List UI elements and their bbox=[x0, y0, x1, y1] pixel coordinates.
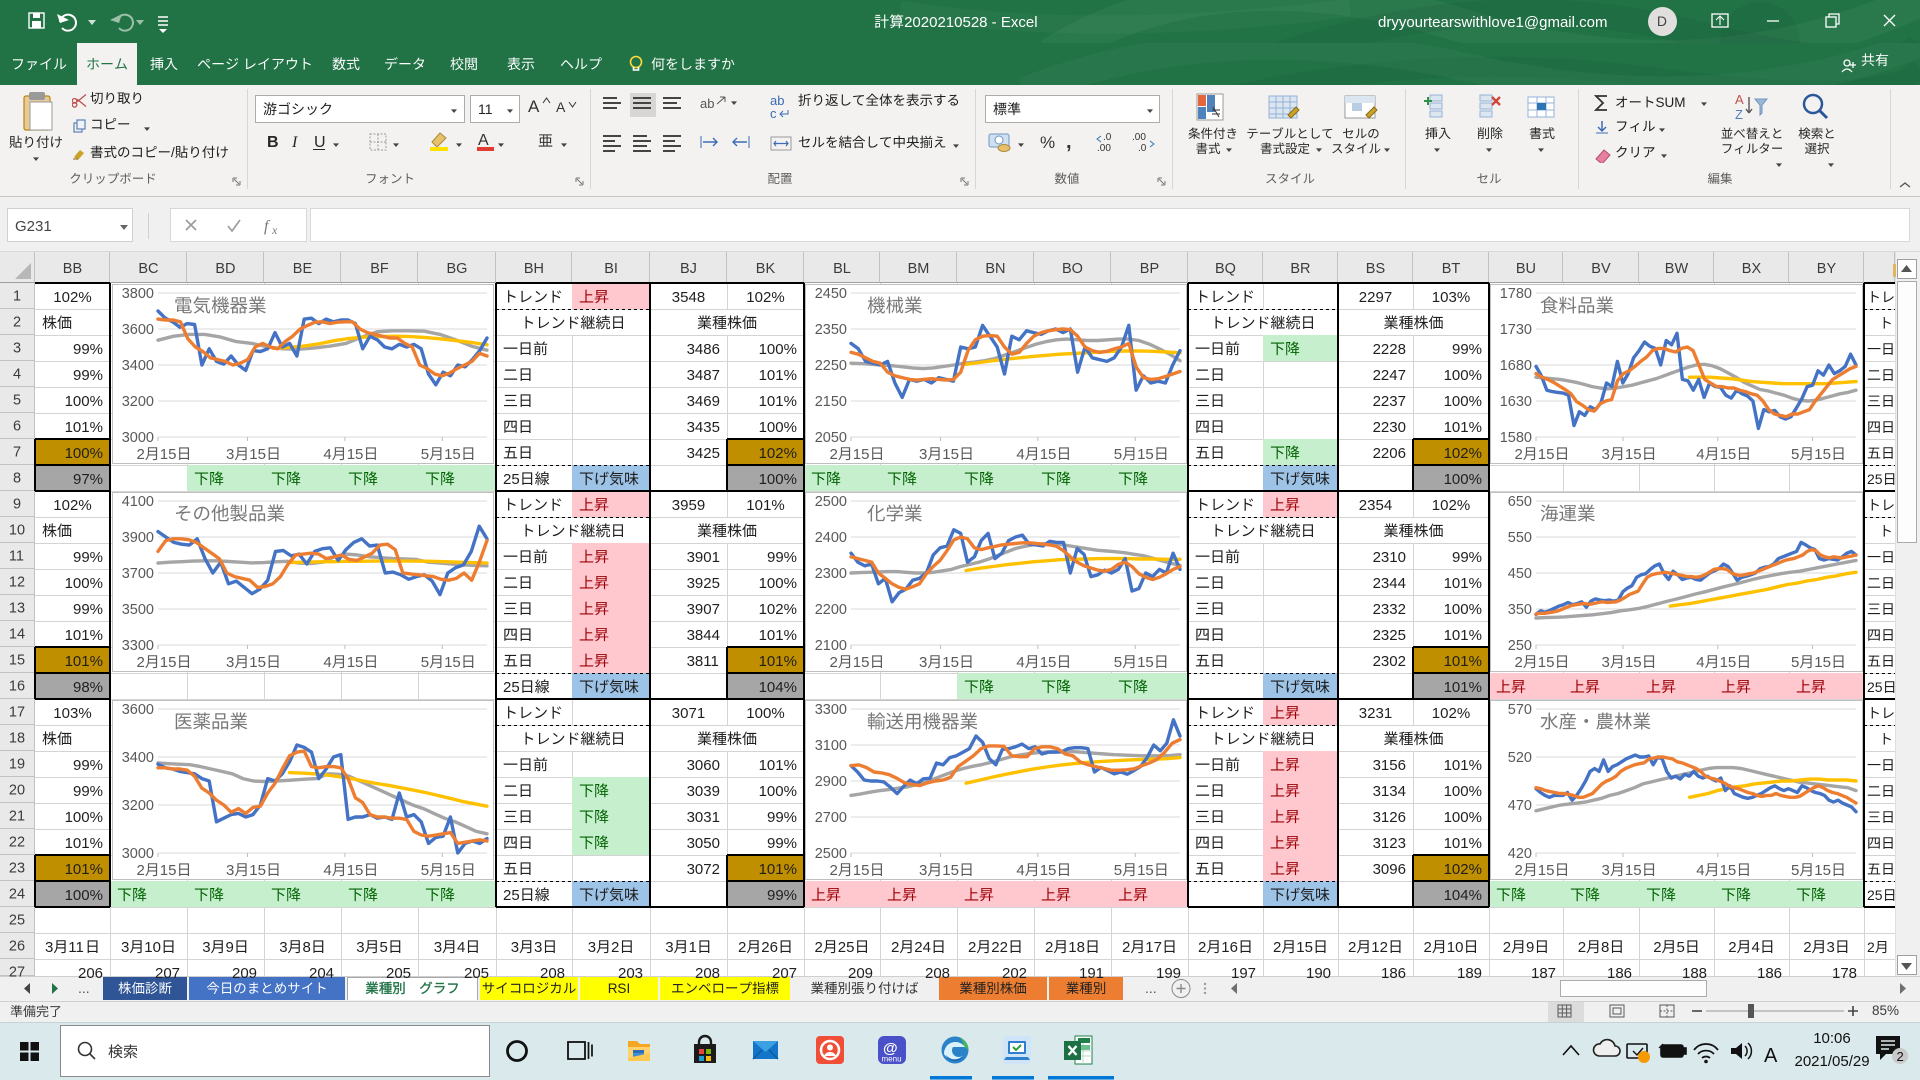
svg-text:Z: Z bbox=[1735, 107, 1743, 121]
svg-text:.0: .0 bbox=[1138, 143, 1147, 153]
svg-text:x: x bbox=[271, 223, 278, 235]
svg-text:.00: .00 bbox=[1132, 132, 1146, 143]
svg-text:.0: .0 bbox=[1103, 132, 1112, 143]
svg-text:.00: .00 bbox=[1097, 143, 1111, 153]
svg-text:2: 2 bbox=[1897, 1049, 1904, 1064]
svg-text:menu: menu bbox=[882, 1055, 902, 1064]
svg-text:f: f bbox=[264, 218, 271, 235]
svg-text:A: A bbox=[1735, 92, 1744, 107]
